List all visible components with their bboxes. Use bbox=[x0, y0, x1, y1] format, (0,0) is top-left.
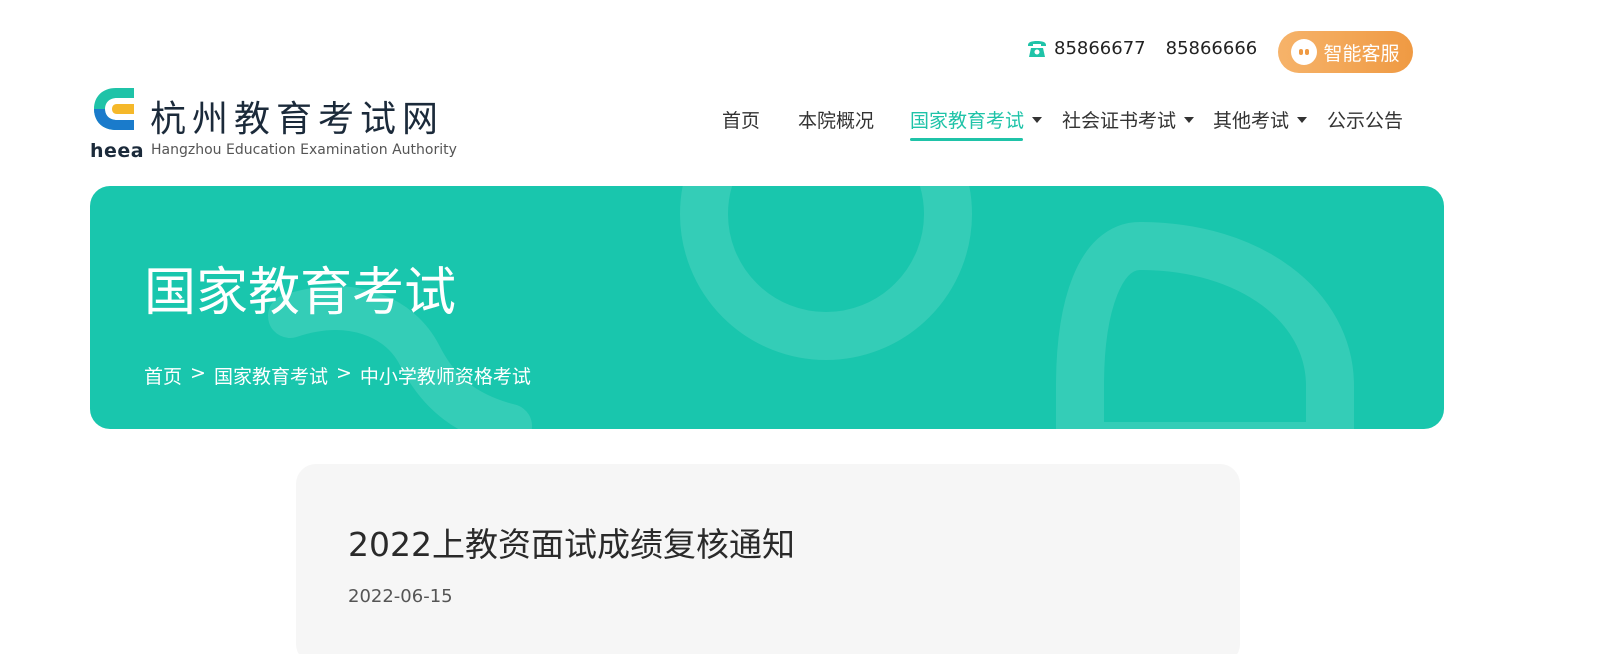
breadcrumb: 首页 > 国家教育考试 > 中小学教师资格考试 bbox=[144, 362, 531, 389]
breadcrumb-teacher-exam[interactable]: 中小学教师资格考试 bbox=[360, 362, 531, 389]
page-title: 国家教育考试 bbox=[144, 263, 457, 323]
nav-item-label: 社会证书考试 bbox=[1062, 110, 1177, 132]
phone-icon bbox=[1028, 40, 1046, 57]
phone-number-2: 85866666 bbox=[1165, 38, 1258, 59]
main-nav: 首页 本院概况 国家教育考试 社会证书考试 其他考试 公示公告 bbox=[0, 106, 1613, 146]
top-bar: 85866677 85866666 智能客服 bbox=[0, 30, 1613, 73]
page-banner: 国家教育考试 首页 > 国家教育考试 > 中小学教师资格考试 bbox=[90, 186, 1444, 429]
nav-item-home[interactable]: 首页 bbox=[722, 106, 760, 133]
breadcrumb-separator: > bbox=[335, 362, 352, 384]
phone-number-1: 85866677 bbox=[1054, 38, 1146, 59]
article-title: 2022上教资面试成绩复核通知 bbox=[348, 525, 795, 564]
article-date: 2022-06-15 bbox=[348, 586, 453, 607]
chevron-down-icon bbox=[1032, 116, 1043, 123]
breadcrumb-separator: > bbox=[190, 362, 206, 384]
chevron-down-icon bbox=[1184, 116, 1195, 123]
nav-item-other-exam[interactable]: 其他考试 bbox=[1213, 106, 1308, 133]
nav-item-label: 首页 bbox=[722, 110, 761, 132]
nav-item-announcements[interactable]: 公示公告 bbox=[1327, 106, 1403, 133]
breadcrumb-home[interactable]: 首页 bbox=[144, 362, 182, 389]
phone-numbers: 85866677 85866666 bbox=[1026, 38, 1257, 59]
nav-item-label: 国家教育考试 bbox=[910, 110, 1025, 132]
article-card: 2022上教资面试成绩复核通知 2022-06-15 bbox=[296, 464, 1240, 654]
nav-item-label: 本院概况 bbox=[798, 110, 875, 132]
nav-item-label: 公示公告 bbox=[1327, 110, 1404, 132]
robot-icon bbox=[1291, 39, 1318, 65]
breadcrumb-national-exam[interactable]: 国家教育考试 bbox=[214, 362, 328, 389]
nav-item-label: 其他考试 bbox=[1213, 110, 1290, 132]
smart-service-label: 智能客服 bbox=[1323, 42, 1400, 65]
smart-service-button[interactable]: 智能客服 bbox=[1278, 31, 1413, 73]
chevron-down-icon bbox=[1297, 116, 1308, 123]
nav-item-about[interactable]: 本院概况 bbox=[798, 106, 874, 133]
nav-item-certificate-exam[interactable]: 社会证书考试 bbox=[1062, 106, 1195, 133]
nav-item-national-exam[interactable]: 国家教育考试 bbox=[910, 106, 1043, 141]
